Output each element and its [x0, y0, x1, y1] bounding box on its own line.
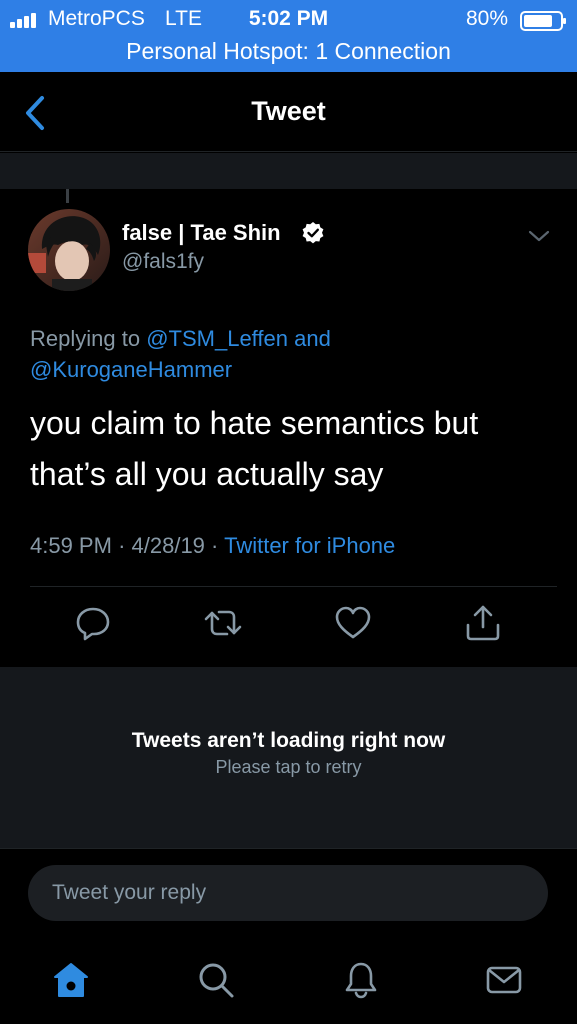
error-title: Tweets aren’t loading right now — [131, 729, 446, 752]
meta-separator: · — [118, 533, 126, 558]
search-icon[interactable] — [196, 960, 236, 1000]
reply-input[interactable]: Tweet your reply — [28, 865, 548, 921]
verified-badge-icon — [302, 222, 324, 244]
avatar[interactable] — [28, 209, 110, 291]
section-gap — [0, 153, 577, 189]
tweet-actions — [0, 603, 577, 653]
avatar-image — [28, 209, 110, 291]
tweet-meta: 4:59 PM · 4/28/19 · Twitter for iPhone — [30, 533, 395, 559]
reply-joiner[interactable]: and — [294, 326, 331, 351]
like-icon[interactable] — [333, 603, 373, 643]
meta-separator: · — [211, 533, 219, 558]
notifications-icon[interactable] — [341, 960, 381, 1000]
tweet-date: 4/28/19 — [131, 533, 205, 558]
nav-header: Tweet — [0, 72, 577, 152]
tweet-detail: false | Tae Shin @fals1fy Replying to @T… — [0, 189, 577, 667]
status-row: MetroPCS LTE 5:02 PM 80% — [0, 4, 577, 34]
home-icon[interactable] — [51, 960, 91, 1000]
status-bar: MetroPCS LTE 5:02 PM 80% Personal Hotspo… — [0, 0, 577, 72]
share-icon[interactable] — [463, 603, 503, 643]
page-title: Tweet — [251, 96, 326, 126]
divider — [30, 586, 557, 587]
messages-icon[interactable] — [484, 960, 524, 1000]
reply-bar: Tweet your reply — [0, 848, 577, 938]
mention-link[interactable]: @TSM_Leffen — [146, 326, 288, 351]
tab-bar — [0, 938, 577, 1024]
tweet-time: 4:59 PM — [30, 533, 112, 558]
hotspot-banner[interactable]: Personal Hotspot: 1 Connection — [0, 38, 577, 65]
author-handle[interactable]: @fals1fy — [122, 250, 204, 274]
replying-prefix: Replying to — [30, 326, 141, 351]
tweet-text-line: that’s all you actually say — [30, 456, 384, 492]
tweet-text-line: you claim to hate semantics but — [30, 405, 479, 441]
retry-panel[interactable]: Tweets aren’t loading right now Please t… — [0, 667, 577, 848]
thread-connector — [66, 189, 69, 203]
retweet-icon[interactable] — [203, 603, 243, 643]
retry-hint: Please tap to retry — [215, 757, 362, 777]
replying-to: Replying to @TSM_Leffen and @KuroganeHam… — [30, 323, 550, 385]
author-display-name[interactable]: false | Tae Shin — [122, 220, 281, 246]
battery-icon — [520, 11, 566, 31]
tweet-text: you claim to hate semantics but that’s a… — [30, 398, 550, 500]
mention-link[interactable]: @KuroganeHammer — [30, 357, 232, 382]
chevron-down-icon[interactable] — [526, 227, 552, 245]
tweet-source-link[interactable]: Twitter for iPhone — [224, 533, 395, 558]
battery-percent: 80% — [466, 7, 509, 30]
reply-icon[interactable] — [73, 603, 113, 643]
